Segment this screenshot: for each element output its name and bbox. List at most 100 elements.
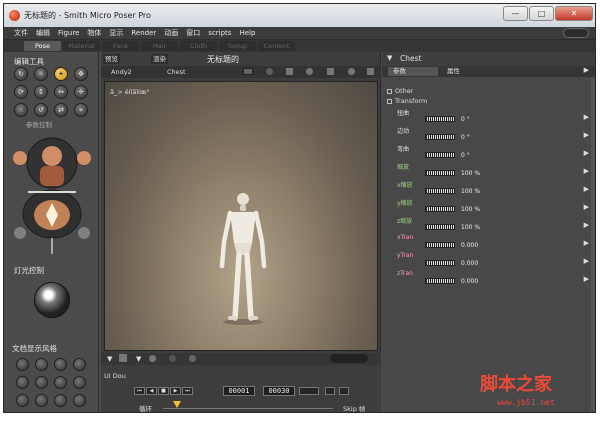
parameter-value[interactable]: 0.000 [461, 278, 478, 285]
parameter-value[interactable]: 100 % [461, 224, 480, 231]
toolbar-button-icon[interactable] [348, 68, 355, 75]
style-button-icon[interactable] [35, 358, 48, 371]
tab-face[interactable]: Face [102, 41, 139, 51]
parameter-row[interactable]: xTran 0.000 ▶ [382, 234, 595, 252]
camera-controls-icon[interactable] [8, 127, 96, 267]
parameter-value[interactable]: 0 ° [461, 116, 470, 123]
first-frame-button[interactable]: ⏮ [134, 387, 145, 395]
toolbar-button-icon[interactable] [243, 68, 253, 75]
menu-window[interactable]: 窗口 [186, 28, 200, 38]
style-button-icon[interactable] [54, 358, 67, 371]
parameter-row[interactable]: yTran 0.000 ▶ [382, 252, 595, 270]
rotate-tool-icon[interactable]: ↻ [14, 67, 28, 81]
delete-key-button-icon[interactable] [339, 387, 349, 395]
parameter-dial[interactable] [425, 206, 455, 212]
view-options-icon[interactable] [330, 354, 368, 363]
parameter-value[interactable]: 0 ° [461, 134, 470, 141]
parameter-value[interactable]: 100 % [461, 188, 480, 195]
mannequin-figure[interactable] [210, 190, 276, 326]
play-button[interactable]: ▶ [170, 387, 181, 395]
current-frame[interactable]: 00001 [223, 386, 255, 396]
grouping-tool-icon[interactable]: ☝ [14, 103, 28, 117]
tab-material[interactable]: Material [63, 41, 100, 51]
last-frame-button[interactable]: ⏭ [182, 387, 193, 395]
menu-edit[interactable]: 编辑 [36, 28, 50, 38]
parameter-value[interactable]: 100 % [461, 170, 480, 177]
stop-button[interactable]: ■ [158, 387, 169, 395]
parameter-menu-arrow-icon[interactable]: ▶ [584, 239, 589, 247]
parameter-menu-arrow-icon[interactable]: ▶ [584, 149, 589, 157]
tab-hair[interactable]: Hair [141, 41, 178, 51]
style-button-icon[interactable] [73, 394, 86, 407]
style-button-icon[interactable] [16, 358, 29, 371]
previous-frame-button[interactable]: ◀ [146, 387, 157, 395]
menu-arrow-icon[interactable]: ▼ [107, 355, 112, 363]
toolbar-button-icon[interactable] [266, 68, 273, 75]
toolbar-button-icon[interactable] [327, 68, 334, 75]
color-tool-icon[interactable]: ✛ [74, 85, 88, 99]
skip-frames-label[interactable]: Skip 帧 [343, 403, 365, 412]
loop-label[interactable]: 循环 [139, 403, 152, 412]
light-controls-icon[interactable] [34, 282, 70, 318]
parameter-value[interactable]: 0.000 [461, 260, 478, 267]
menu-render[interactable]: Render [131, 29, 156, 37]
parameter-menu-arrow-icon[interactable]: ▶ [584, 221, 589, 229]
chain-break-tool-icon[interactable]: ↔ [54, 85, 68, 99]
parameter-row[interactable]: zTran 0.000 ▶ [382, 270, 595, 288]
parameter-menu-arrow-icon[interactable]: ▶ [584, 131, 589, 139]
minimize-button[interactable]: — [503, 6, 528, 21]
toolbar-button-icon[interactable] [306, 68, 313, 75]
style-button-icon[interactable] [35, 394, 48, 407]
parameter-value[interactable]: 0 ° [461, 152, 470, 159]
parameter-row[interactable]: 弯曲 0 ° ▶ [382, 144, 595, 162]
toolbar-button-icon[interactable] [286, 68, 293, 75]
parameter-menu-arrow-icon[interactable]: ▶ [584, 203, 589, 211]
parameter-row[interactable]: 扭曲 0 ° ▶ [382, 108, 595, 126]
parameter-menu-arrow-icon[interactable]: ▶ [584, 257, 589, 265]
tab-pose[interactable]: Pose [24, 41, 61, 51]
total-frames[interactable]: 00030 [263, 386, 295, 396]
tab-setup[interactable]: Setup [219, 41, 256, 51]
parameter-menu-arrow-icon[interactable]: ▶ [584, 113, 589, 121]
style-button-icon[interactable] [35, 376, 48, 389]
group-checkbox[interactable] [387, 99, 392, 104]
maximize-button[interactable]: □ [529, 6, 554, 21]
group-checkbox[interactable] [387, 89, 392, 94]
light-button-icon[interactable] [189, 355, 196, 362]
keyframes-button-icon[interactable] [299, 387, 319, 395]
style-button-icon[interactable] [54, 394, 67, 407]
tab-menu-arrow-icon[interactable]: ▶ [584, 66, 589, 74]
menu-figure[interactable]: Figure [58, 29, 79, 37]
style-button-icon[interactable] [16, 394, 29, 407]
menu-toggle[interactable] [563, 28, 589, 38]
parameter-dial[interactable] [425, 152, 455, 158]
parameter-dial[interactable] [425, 278, 455, 284]
menu-display[interactable]: 显示 [109, 28, 123, 38]
parameter-row[interactable]: 缩放 100 % ▶ [382, 162, 595, 180]
style-button-icon[interactable] [54, 376, 67, 389]
view-magnifier-tool-icon[interactable]: ↺ [34, 103, 48, 117]
square-button-icon[interactable] [119, 354, 127, 362]
taper-tool-icon[interactable]: ↕ [34, 85, 48, 99]
parameter-dial[interactable] [425, 224, 455, 230]
menu-object[interactable]: 物体 [87, 28, 101, 38]
scale-tool-icon[interactable]: ⟳ [14, 85, 28, 99]
toolbar-button-icon[interactable] [367, 68, 374, 75]
shadow-button-icon[interactable] [169, 355, 176, 362]
tab-properties[interactable]: 属性 [442, 67, 460, 76]
tab-parameters[interactable]: 参数 [388, 67, 438, 76]
timeline-track[interactable] [163, 408, 333, 409]
tab-preview[interactable]: 预览 [103, 54, 120, 64]
title-bar[interactable]: 无标题的 - Smith Micro Poser Pro — □ ✕ [4, 4, 595, 27]
parameter-dial[interactable] [425, 134, 455, 140]
parameter-row[interactable]: y缩放 100 % ▶ [382, 198, 595, 216]
parameter-dial[interactable] [425, 170, 455, 176]
menu-scripts[interactable]: scripts [208, 29, 231, 37]
tab-content[interactable]: Content [258, 41, 295, 51]
camera-menu[interactable]: Andy2 [111, 68, 132, 76]
close-button[interactable]: ✕ [555, 6, 593, 21]
parameter-dial[interactable] [425, 242, 455, 248]
parameter-menu-arrow-icon[interactable]: ▶ [584, 275, 589, 283]
menu-arrow-icon[interactable]: ▼ [136, 355, 141, 363]
tab-render[interactable]: 渲染 [151, 54, 168, 64]
